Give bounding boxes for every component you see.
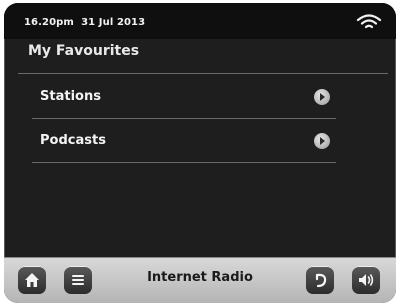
status-bar: 16.20pm 31 Jul 2013 xyxy=(4,3,396,39)
volume-icon xyxy=(359,274,374,286)
chevron-right-icon xyxy=(314,133,330,149)
list-divider xyxy=(32,162,336,163)
chevron-right-icon xyxy=(314,89,330,105)
back-button[interactable] xyxy=(306,266,334,294)
list-item-stations[interactable]: Stations xyxy=(32,75,336,119)
status-time: 16.20pm xyxy=(24,17,74,28)
bottom-bar-title: Internet Radio xyxy=(147,270,253,285)
status-datetime: 16.20pm 31 Jul 2013 xyxy=(24,17,145,28)
title-divider xyxy=(18,73,388,74)
list-item-label: Stations xyxy=(40,89,101,104)
device-screen: 16.20pm 31 Jul 2013 My Favourites Statio… xyxy=(4,3,396,303)
wifi-icon xyxy=(356,14,382,29)
page-title: My Favourites xyxy=(28,43,140,59)
back-icon xyxy=(315,273,327,288)
favourites-list: Stations Podcasts xyxy=(32,75,336,163)
bottom-bar: Internet Radio xyxy=(4,257,396,303)
list-item-label: Podcasts xyxy=(40,133,106,148)
status-date: 31 Jul 2013 xyxy=(81,17,146,28)
volume-button[interactable] xyxy=(352,266,380,294)
list-item-podcasts[interactable]: Podcasts xyxy=(32,119,336,163)
